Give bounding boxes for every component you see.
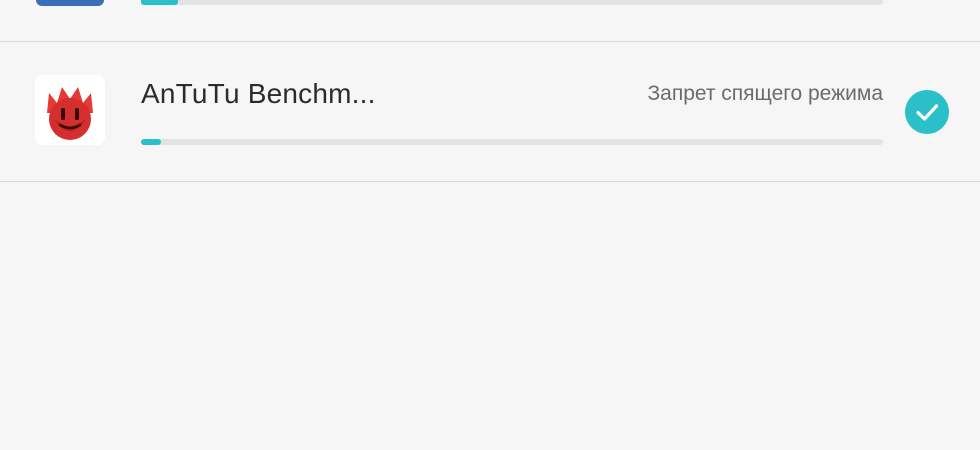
progress-bar xyxy=(141,139,883,145)
app-list-screen: AnTuTu Benchm... Запрет спящего режима xyxy=(0,0,980,450)
progress-bar xyxy=(141,0,883,5)
progress-fill xyxy=(141,139,162,145)
check-icon xyxy=(916,104,939,121)
list-item-antutu[interactable]: AnTuTu Benchm... Запрет спящего режима xyxy=(0,42,980,181)
app-icon xyxy=(36,0,104,6)
empty-list-area xyxy=(0,182,980,450)
antutu-flame-icon xyxy=(35,75,105,145)
progress-fill xyxy=(141,0,179,5)
app-name: AnTuTu Benchm... xyxy=(141,78,376,109)
list-item-previous[interactable] xyxy=(0,0,980,42)
selected-checkmark-button[interactable] xyxy=(905,90,949,134)
app-status-label: Запрет спящего режима xyxy=(647,82,883,105)
